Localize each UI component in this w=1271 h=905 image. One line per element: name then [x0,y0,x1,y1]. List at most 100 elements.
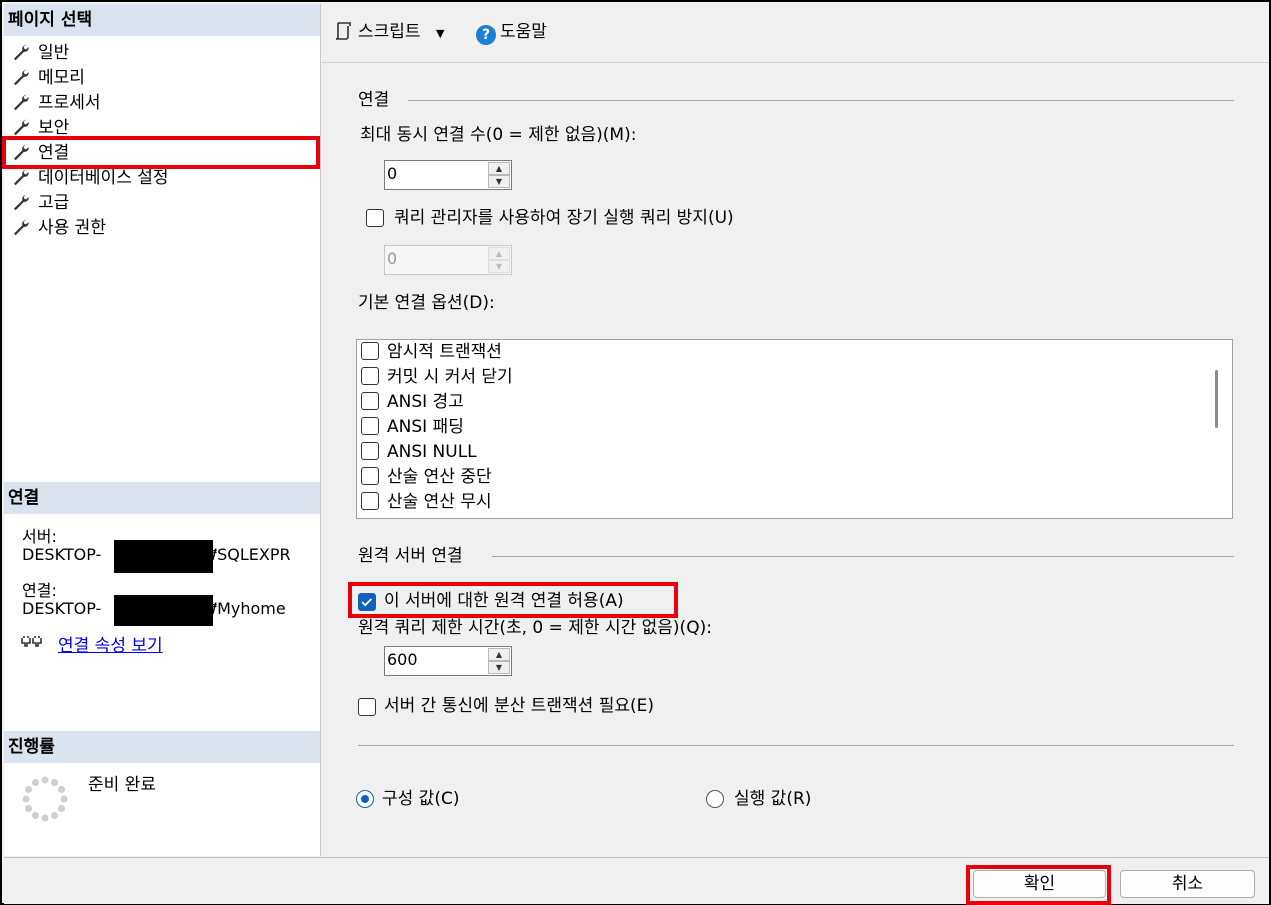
option-checkbox[interactable] [361,342,379,360]
server-properties-dialog: 페이지 선택 일반 메모리 프로세서 보안 연결 데이터베이스 설정 고급 사용… [0,0,1271,905]
nav-label: 메모리 [38,68,85,88]
nav-item-database-settings[interactable]: 데이터베이스 설정 [12,166,169,190]
nav-item-permissions[interactable]: 사용 권한 [12,216,106,240]
server-label: 서버: [22,527,57,546]
spin-down-icon[interactable]: ▼ [488,661,510,674]
option-checkbox[interactable] [361,467,379,485]
wrench-icon [14,194,29,211]
help-icon: ? [476,25,496,45]
wrench-icon [14,169,29,186]
wrench-icon [14,119,29,136]
nav-label: 일반 [38,43,70,63]
connection-group-title: 연결 [358,90,390,110]
server-suffix: ₩SQLEXPR [201,545,291,564]
option-label: ANSI NULL [387,442,477,462]
group-divider [492,556,1234,557]
query-governor-checkbox[interactable] [366,209,384,227]
script-label: 스크립트 [358,22,421,42]
nav-item-processor[interactable]: 프로세서 [12,91,101,115]
group-divider [408,100,1234,101]
running-values-label: 실행 값(R) [734,789,812,809]
option-label: 커밋 시 커서 닫기 [387,367,513,387]
left-panel: 페이지 선택 일반 메모리 프로세서 보안 연결 데이터베이스 설정 고급 사용… [2,4,321,856]
redaction-bar [114,540,213,573]
progress-spinner-icon [22,776,68,822]
distributed-transactions-label: 서버 간 통신에 분산 트랜잭션 필요(E) [384,696,654,716]
script-button[interactable]: 스크립트 ▼ [334,21,444,45]
max-connections-spinner[interactable]: 0 ▲ ▼ [384,160,512,190]
connection-label: 연결: [22,581,57,600]
option-checkbox[interactable] [361,442,379,460]
remote-timeout-spinner[interactable]: 600 ▲ ▼ [384,646,512,676]
right-panel: 스크립트 ▼ ? 도움말 연결 최대 동시 연결 수(0 = 제한 없음)(M):… [322,4,1269,856]
button-bar: 확인 취소 [4,857,1269,905]
list-item[interactable]: 암시적 트랜잭션 [361,340,502,364]
spin-down-icon[interactable]: ▼ [488,175,510,188]
dropdown-arrow-icon[interactable]: ▼ [436,27,444,40]
redaction-bar [114,595,213,626]
nav-item-advanced[interactable]: 고급 [12,191,69,215]
nav-item-memory[interactable]: 메모리 [12,66,85,90]
wrench-icon [14,69,29,86]
cancel-button[interactable]: 취소 [1120,870,1255,898]
page-select-header: 페이지 선택 [4,4,320,36]
option-checkbox[interactable] [361,492,379,510]
selected-item-highlight [2,136,320,169]
spin-up-icon: ▲ [488,247,510,260]
wrench-icon [14,44,29,61]
remote-group-title: 원격 서버 연결 [358,546,463,566]
connection-prefix: DESKTOP- [22,599,102,618]
script-icon [335,22,351,40]
option-checkbox[interactable] [361,367,379,385]
option-label: 산술 연산 무시 [387,492,492,512]
list-item[interactable]: 산술 연산 무시 [361,490,492,514]
list-item[interactable]: 커밋 시 커서 닫기 [361,365,513,389]
running-values-radio[interactable] [706,790,724,808]
max-connections-label: 최대 동시 연결 수(0 = 제한 없음)(M): [360,125,637,145]
list-item[interactable]: ANSI 패딩 [361,415,464,439]
spin-up-icon[interactable]: ▲ [488,162,510,175]
connection-properties-icon [21,636,42,647]
option-checkbox[interactable] [361,392,379,410]
spin-down-icon: ▼ [488,260,510,273]
progress-status: 준비 완료 [88,775,156,795]
max-connections-value: 0 [387,164,398,183]
query-governor-spinner: 0 ▲ ▼ [384,245,512,275]
list-item[interactable]: ANSI NULL [361,440,477,464]
configured-values-radio[interactable] [356,790,374,808]
option-label: ANSI 패딩 [387,417,464,437]
help-label: 도움말 [500,22,547,42]
spin-up-icon[interactable]: ▲ [488,648,510,661]
nav-label: 사용 권한 [38,218,106,238]
nav-item-general[interactable]: 일반 [12,41,69,65]
query-governor-label: 쿼리 관리자를 사용하여 장기 실행 쿼리 방지(U) [394,208,734,228]
default-options-label: 기본 연결 옵션(D): [358,293,495,313]
divider [358,745,1234,746]
configured-values-label: 구성 값(C) [382,789,460,809]
option-label: 암시적 트랜잭션 [387,342,502,362]
server-prefix: DESKTOP- [22,545,102,564]
nav-label: 보안 [38,118,70,138]
toolbar: 스크립트 ▼ ? 도움말 [322,4,1269,63]
connection-suffix: ₩Myhome [201,599,286,618]
view-connection-properties-link[interactable]: 연결 속성 보기 [58,631,163,656]
progress-header: 진행률 [4,731,320,763]
option-label: ANSI 경고 [387,392,464,412]
query-governor-value: 0 [387,249,398,268]
connection-header: 연결 [4,482,320,514]
option-checkbox[interactable] [361,417,379,435]
nav-label: 데이터베이스 설정 [38,168,169,188]
nav-label: 고급 [38,193,70,213]
allow-remote-highlight [348,582,678,618]
wrench-icon [14,94,29,111]
wrench-icon [14,219,29,236]
nav-label: 프로세서 [38,93,101,113]
help-button[interactable]: ? 도움말 [476,21,547,45]
distributed-transactions-checkbox[interactable] [358,698,376,716]
list-item[interactable]: 산술 연산 중단 [361,465,492,489]
default-options-list[interactable]: 암시적 트랜잭션 커밋 시 커서 닫기 ANSI 경고 ANSI 패딩 ANSI… [356,339,1233,519]
scrollbar-thumb[interactable] [1215,370,1218,428]
list-item[interactable]: ANSI 경고 [361,390,464,414]
ok-button-highlight [966,865,1111,905]
option-label: 산술 연산 중단 [387,467,492,487]
